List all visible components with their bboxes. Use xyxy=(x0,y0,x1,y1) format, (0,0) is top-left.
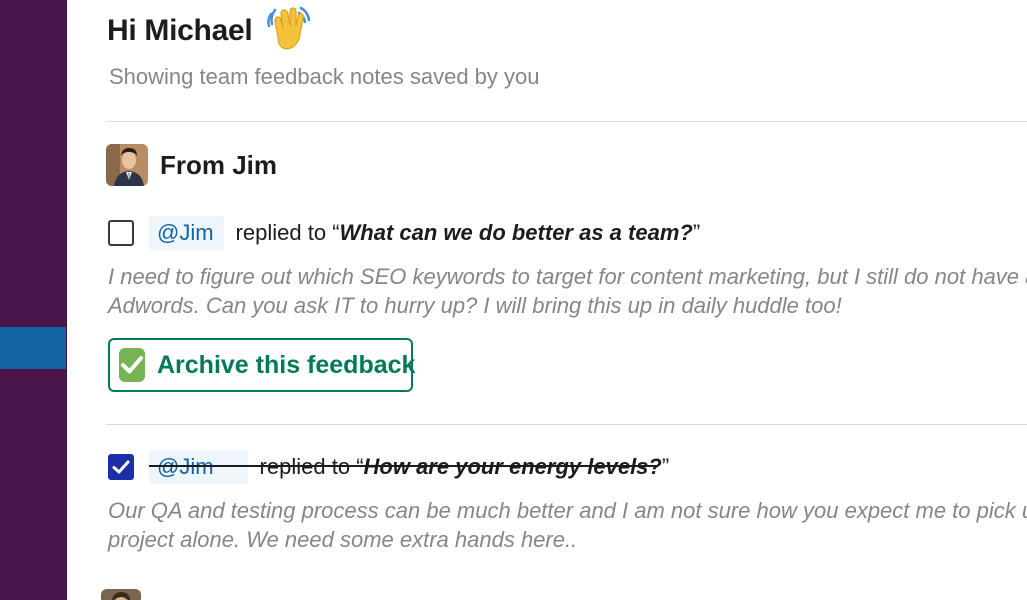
page-subtitle: Showing team feedback notes saved by you xyxy=(109,64,540,89)
archive-feedback-button[interactable]: Archive this feedback xyxy=(108,338,416,392)
page-title: Hi Michael xyxy=(107,14,253,47)
open-quote: “ xyxy=(332,220,340,245)
reply-description: replied to “What can we do better as a t… xyxy=(236,220,701,246)
waving-hand-icon xyxy=(267,6,311,50)
header-divider xyxy=(106,121,1027,122)
feedback-item: @Jim replied to “What can we do better a… xyxy=(108,216,700,250)
reply-description: replied to “How are your energy levels?” xyxy=(260,454,670,480)
workspace-sidebar xyxy=(0,0,67,600)
replied-to-label: replied to xyxy=(235,220,327,245)
close-quote: ” xyxy=(692,220,701,245)
check-mark-icon xyxy=(119,348,145,382)
question-text: What can we do better as a team? xyxy=(339,220,693,245)
feedback-item: @Jim replied to “How are your energy lev… xyxy=(108,450,669,484)
avatar[interactable] xyxy=(106,144,148,186)
section-title: From Jim xyxy=(160,149,278,180)
person-avatar-icon xyxy=(101,589,141,600)
strikethrough-line xyxy=(149,465,657,467)
feedback-note: Our QA and testing process can be much b… xyxy=(108,496,1027,554)
checkmark-icon xyxy=(112,460,130,474)
note-line: project alone. We need some extra hands … xyxy=(108,527,578,552)
sidebar-active-item[interactable] xyxy=(0,327,66,369)
person-avatar-icon xyxy=(106,144,148,186)
user-mention[interactable]: @Jim xyxy=(149,450,248,484)
note-line: I need to figure out which SEO keywords … xyxy=(108,264,1027,289)
note-line: Adwords. Can you ask IT to hurry up? I w… xyxy=(108,293,842,318)
feedback-checkbox-checked[interactable] xyxy=(108,454,134,480)
main-content: Hi Michael Showing team feedback notes s… xyxy=(66,0,1027,600)
feedback-checkbox[interactable] xyxy=(108,220,134,246)
note-line: Our QA and testing process can be much b… xyxy=(108,498,1027,523)
item-divider xyxy=(106,424,1027,425)
user-mention[interactable]: @Jim xyxy=(149,216,224,250)
close-quote: ” xyxy=(661,454,670,479)
avatar[interactable] xyxy=(101,589,141,600)
archive-button-label: Archive this feedback xyxy=(157,350,416,379)
section-header: From Jim xyxy=(106,144,277,186)
feedback-note: I need to figure out which SEO keywords … xyxy=(108,262,1027,320)
